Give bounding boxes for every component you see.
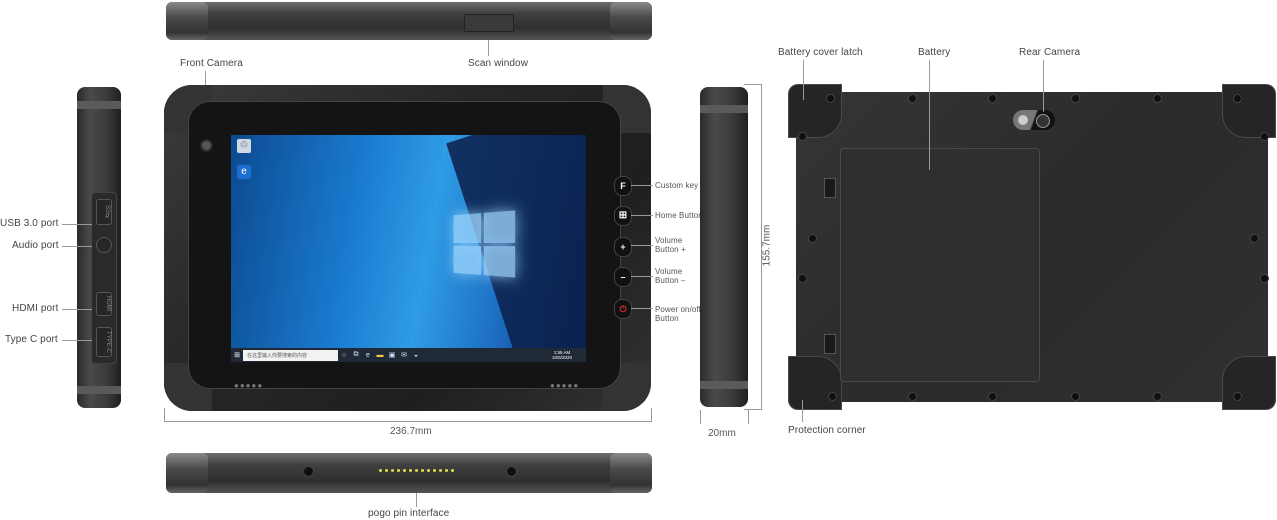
- cortana-icon[interactable]: ○: [338, 352, 350, 359]
- label-power-button: Power on/off Button: [655, 305, 701, 323]
- front-camera-icon: [200, 139, 213, 152]
- label-battery-cover-latch: Battery cover latch: [778, 47, 863, 58]
- audio-port: [96, 237, 112, 253]
- volume-up-button[interactable]: +: [614, 237, 632, 257]
- file-explorer-icon[interactable]: ▬: [374, 352, 386, 359]
- taskbar-clock[interactable]: 1:55 AM 10/5/2020: [552, 350, 586, 360]
- dimension-width: 236.7mm: [390, 426, 432, 437]
- speaker-right: ●●●●●: [550, 381, 580, 390]
- edge-taskbar-icon[interactable]: e: [362, 352, 374, 359]
- usb-port: SS⇆: [96, 199, 112, 225]
- custom-key-button[interactable]: F: [614, 176, 632, 196]
- edge-browser-icon[interactable]: e: [237, 165, 251, 179]
- label-protection-corner: Protection corner: [788, 425, 866, 436]
- label-pogo-pin: pogo pin interface: [368, 508, 450, 519]
- bottom-edge-view: [166, 453, 652, 493]
- hdmi-port: HDMI: [96, 292, 112, 316]
- label-volume-up: Volume Button +: [655, 236, 686, 254]
- right-side-view: [700, 87, 748, 407]
- home-button[interactable]: ⊞: [614, 206, 632, 226]
- battery-cover-latch-top[interactable]: [824, 178, 836, 198]
- rear-camera-icon: [1013, 110, 1055, 130]
- label-scan-window: Scan window: [468, 58, 529, 69]
- taskbar: ⊞ 在这里输入你要搜索的内容 ○ ⧉ e ▬ ▣ ✉ ◒ 1:55 AM 10/…: [231, 348, 586, 362]
- start-button[interactable]: ⊞: [231, 348, 243, 362]
- label-rear-camera: Rear Camera: [1019, 47, 1081, 58]
- tablet-back-view: [788, 84, 1276, 410]
- volume-down-button[interactable]: –: [614, 267, 632, 287]
- store-icon[interactable]: ▣: [386, 351, 398, 359]
- protection-corner-br: [1222, 356, 1276, 410]
- label-typec-port: Type C port: [5, 334, 58, 345]
- speaker-left: ●●●●●: [234, 381, 264, 390]
- recycle-bin-icon[interactable]: ♲: [237, 139, 251, 153]
- label-home-button: Home Button: [655, 211, 703, 220]
- power-button[interactable]: ⏻: [614, 299, 632, 319]
- scan-window: [464, 14, 514, 32]
- windows-logo-icon: [453, 210, 516, 278]
- label-usb-port: USB 3.0 port: [0, 218, 59, 229]
- top-edge-view: [166, 2, 652, 40]
- clock-date: 10/5/2020: [551, 355, 572, 360]
- protection-corner-bl: [788, 356, 842, 410]
- label-volume-down: Volume Button –: [655, 267, 686, 285]
- taskbar-search-input[interactable]: 在这里输入你要搜索的内容: [243, 349, 338, 361]
- screen: ♲ e ⊞ 在这里输入你要搜索的内容 ○ ⧉ e ▬ ▣ ✉ ◒ 1:55 AM…: [231, 135, 586, 362]
- label-custom-key: Custom key: [655, 181, 699, 190]
- typec-port: TYPE-C: [96, 327, 112, 357]
- mail-icon[interactable]: ✉: [398, 351, 410, 359]
- tablet-front-view: ♲ e ⊞ 在这里输入你要搜索的内容 ○ ⧉ e ▬ ▣ ✉ ◒ 1:55 AM…: [164, 85, 651, 411]
- label-hdmi-port: HDMI port: [12, 303, 59, 314]
- label-audio-port: Audio port: [12, 240, 59, 251]
- battery-cover-latch-bottom[interactable]: [824, 334, 836, 354]
- label-battery: Battery: [918, 47, 951, 58]
- dimension-height: 155.7mm: [761, 224, 773, 267]
- pogo-pin-connector: [379, 469, 454, 472]
- app-icon[interactable]: ◒: [410, 352, 422, 359]
- label-front-camera: Front Camera: [180, 58, 243, 69]
- protection-corner-tl: [788, 84, 842, 138]
- left-side-view: SS⇆ HDMI TYPE-C: [77, 87, 121, 408]
- dimension-depth: 20mm: [708, 428, 736, 439]
- protection-corner-tr: [1222, 84, 1276, 138]
- task-view-icon[interactable]: ⧉: [350, 351, 362, 359]
- battery-cover: [840, 148, 1040, 382]
